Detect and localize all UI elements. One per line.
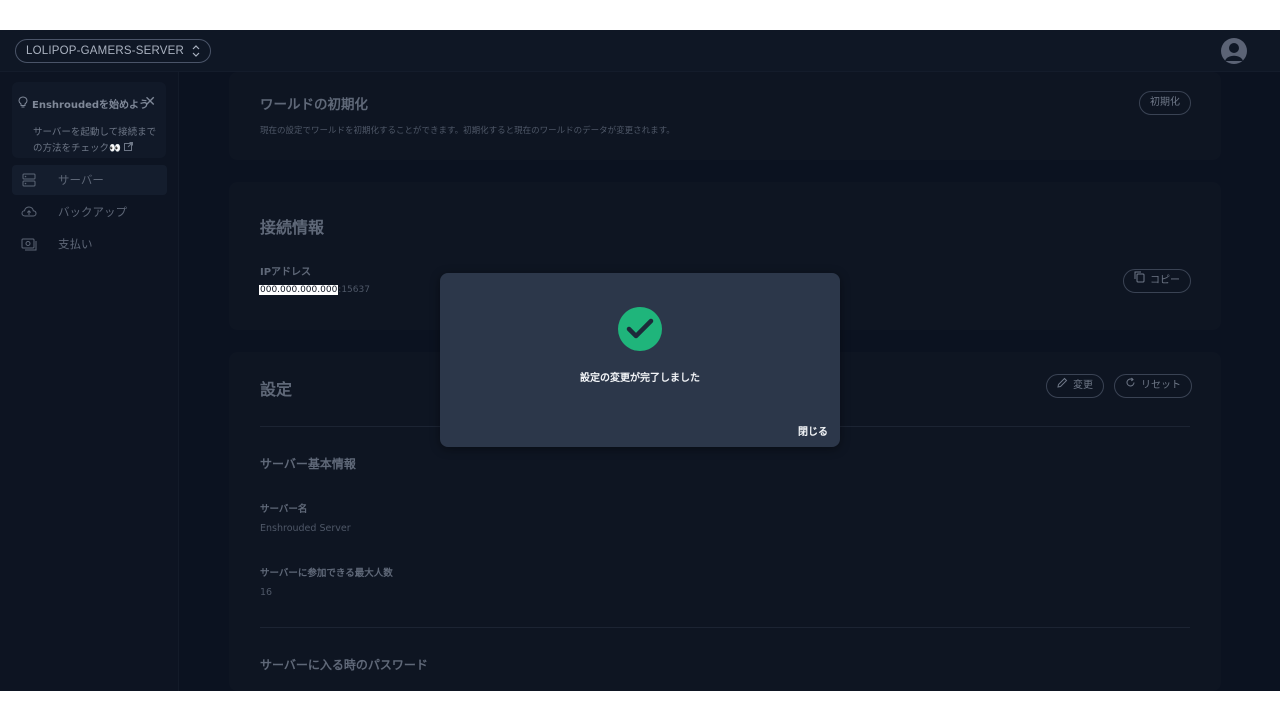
dialog-message: 設定の変更が完了しました	[580, 373, 700, 384]
check-circle-icon	[618, 307, 662, 351]
success-dialog: 設定の変更が完了しました 閉じる	[440, 273, 840, 447]
close-button[interactable]: 閉じる	[798, 423, 828, 438]
app-window: LOLIPOP-GAMERS-SERVER Enshroudedを始めよう ✕ …	[0, 30, 1280, 691]
